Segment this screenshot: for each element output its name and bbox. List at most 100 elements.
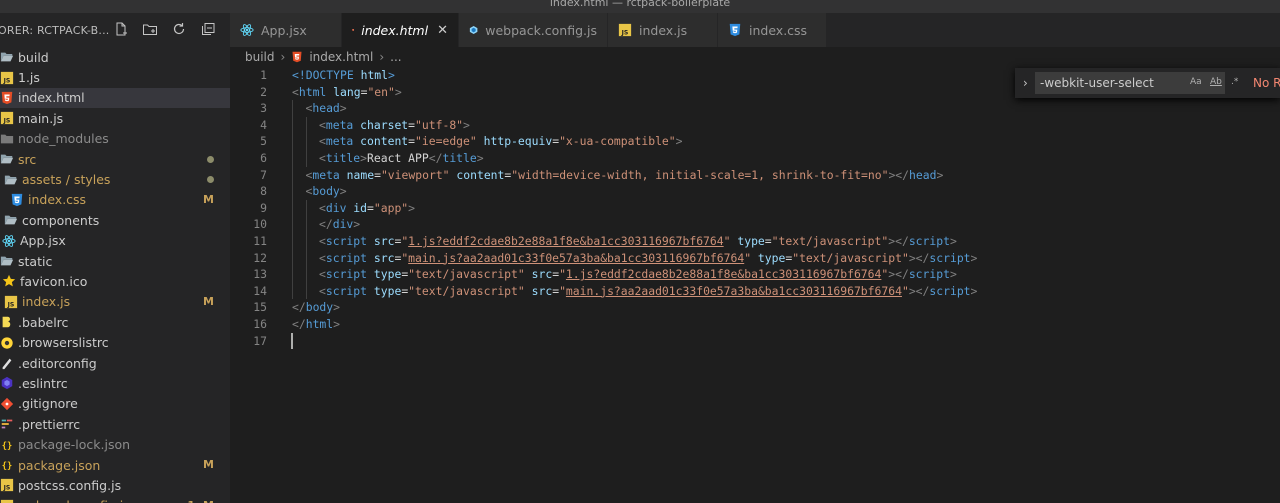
code-token: =	[408, 134, 416, 149]
code-token: src	[373, 234, 395, 248]
chevron-right-icon: ›	[379, 50, 385, 64]
js-file-icon: JS	[0, 71, 14, 84]
explorer-item[interactable]: JS webpack.config.js 1, M	[0, 496, 230, 503]
webpack-icon	[469, 25, 478, 35]
code-line: 6 <title>React APP</title>	[230, 150, 1280, 167]
explorer-item[interactable]: index.html	[0, 87, 230, 109]
code-token: =	[374, 167, 381, 182]
folder-open-icon	[4, 215, 18, 225]
code-token: >	[476, 151, 484, 165]
code-token: >	[936, 167, 944, 182]
indent-guide	[305, 150, 307, 167]
code-text: </body>	[292, 299, 340, 316]
js-file-icon: JS	[0, 499, 14, 503]
match-whole-word-icon[interactable]: Ab	[1210, 77, 1222, 87]
svg-text:{}: {}	[2, 462, 13, 472]
new-folder-icon[interactable]	[142, 21, 158, 37]
explorer-item[interactable]: App.jsx	[0, 231, 230, 251]
explorer-item[interactable]: index.css M	[0, 190, 230, 210]
code-token[interactable]: main.js?aa2aad01c33f0e57a3ba&ba1cc303116…	[408, 251, 744, 265]
explorer-item[interactable]: .editorconfig	[0, 353, 230, 373]
explorer-item[interactable]: {} package.json M	[0, 455, 230, 475]
explorer-item-label: .babelrc	[18, 314, 69, 330]
code-token: <	[319, 134, 326, 149]
code-token: type	[373, 267, 402, 282]
code-text: <meta charset="utf-8">	[319, 117, 470, 134]
explorer-item-label: index.css	[28, 192, 87, 208]
explorer-item[interactable]: src	[0, 149, 230, 169]
use-regex-icon[interactable]: .*	[1231, 77, 1238, 87]
indent-guide	[305, 282, 307, 300]
explorer-item-label: components	[22, 212, 100, 228]
explorer-item[interactable]: JS postcss.config.js	[0, 475, 230, 495]
code-token[interactable]: 1.js?eddf2cdae8b2e88a1f8e&ba1cc303116967…	[408, 234, 723, 248]
code-token: meta	[325, 134, 354, 149]
explorer-item[interactable]: JS 1.js	[0, 67, 230, 87]
refresh-icon[interactable]	[171, 21, 187, 37]
code-token: body	[305, 300, 334, 315]
indent-guide	[292, 216, 293, 233]
explorer-item[interactable]: static	[0, 251, 230, 271]
explorer-item[interactable]: .babelrc	[0, 312, 230, 332]
modified-dot-icon	[207, 155, 214, 163]
code-token: script	[325, 234, 368, 248]
explorer-item-label: postcss.config.js	[18, 477, 122, 493]
code-token: >	[388, 68, 395, 82]
code-token: </	[292, 300, 306, 315]
tab-index-css[interactable]: index.css	[718, 13, 827, 47]
match-case-icon[interactable]: Aa	[1190, 77, 1202, 87]
explorer-item[interactable]: .browserslistrc	[0, 332, 230, 352]
code-token: "	[723, 234, 731, 248]
text-cursor	[291, 333, 293, 349]
code-token: meta	[325, 117, 354, 132]
code-token: "text/javascript"	[771, 234, 889, 248]
code-token[interactable]: main.js?aa2aad01c33f0e57a3ba&ba1cc303116…	[566, 284, 902, 298]
code-editor[interactable]: 1 <!DOCTYPE html> 2 <html lang="en"> 3 <head>…	[230, 67, 1280, 503]
explorer-item-label: node_modules	[18, 131, 109, 147]
svg-text:JS: JS	[3, 77, 11, 84]
line-number: 8	[260, 184, 267, 199]
code-token: name	[346, 167, 375, 182]
breadcrumb-folder[interactable]: build	[245, 50, 275, 64]
code-line: 9 <div id="app">	[230, 200, 1280, 217]
explorer-item[interactable]: .gitignore	[0, 394, 230, 414]
indent-guide	[292, 150, 293, 167]
code-text: <div id="app">	[319, 200, 415, 217]
babel-icon	[2, 317, 11, 328]
star-icon	[2, 275, 16, 287]
code-token[interactable]: 1.js?eddf2cdae8b2e88a1f8e&ba1cc303116967…	[566, 267, 881, 281]
code-token: >	[408, 200, 416, 215]
toggle-replace-chevron-icon[interactable]: ›	[1023, 76, 1028, 90]
explorer-item[interactable]: assets / styles	[0, 169, 230, 189]
code-line: 13 <script type="text/javascript" src="1.…	[230, 266, 1280, 283]
explorer-item-label: webpack.config.js	[18, 498, 130, 503]
explorer-item[interactable]: .prettierrc	[0, 414, 230, 434]
tab-index-js[interactable]: JS index.js	[608, 13, 718, 47]
code-token: <	[319, 234, 326, 248]
explorer-item[interactable]: {} package-lock.json	[0, 434, 230, 454]
explorer-item-label: build	[18, 49, 49, 65]
explorer-item[interactable]: build	[0, 47, 230, 67]
code-token: type	[737, 234, 765, 248]
explorer-item[interactable]: JS index.js M	[0, 292, 230, 312]
close-icon[interactable]: ✕	[437, 23, 448, 38]
tab-webpack-config-js[interactable]: webpack.config.js	[459, 13, 608, 47]
new-file-icon[interactable]	[113, 21, 129, 37]
indent-guide	[292, 133, 293, 150]
tab-index-html[interactable]: index.html ✕	[342, 13, 459, 47]
explorer-title: ORER: RCTPACK-B...	[0, 24, 110, 37]
code-text: </html>	[292, 316, 340, 333]
tab-app-jsx[interactable]: App.jsx	[230, 13, 342, 47]
breadcrumb-more[interactable]: ...	[390, 50, 401, 64]
explorer-item[interactable]: .eslintrc	[0, 373, 230, 393]
explorer-item[interactable]: components	[0, 210, 230, 230]
collapse-all-icon[interactable]	[200, 21, 216, 37]
code-token: >	[949, 234, 957, 248]
explorer-item[interactable]: favicon.ico	[0, 271, 230, 291]
code-token: </	[319, 217, 333, 232]
explorer-item[interactable]: node_modules	[0, 129, 230, 149]
breadcrumb-file[interactable]: index.html	[309, 50, 373, 64]
explorer-item[interactable]: JS main.js	[0, 108, 230, 128]
code-line: 7 <meta name="viewport" content="width=de…	[230, 167, 1280, 184]
code-text: <meta content="ie=edge" http-equiv="x-ua…	[319, 133, 683, 150]
